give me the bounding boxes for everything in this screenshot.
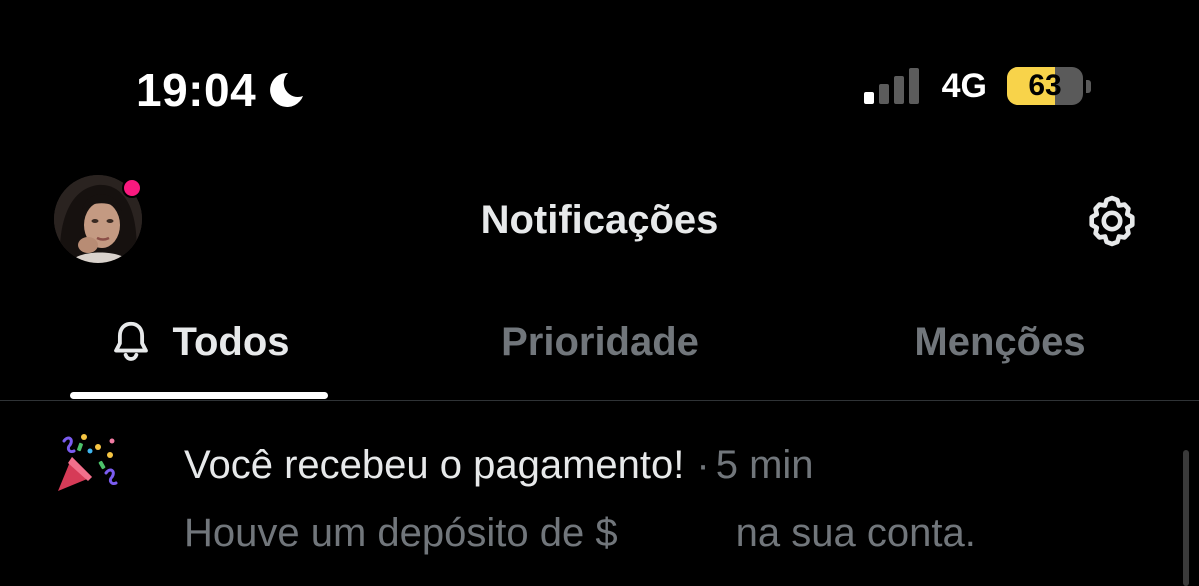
header: Notificações [0, 165, 1199, 275]
settings-button[interactable] [1082, 191, 1142, 251]
notification-separator: · [696, 443, 710, 487]
status-time-group: 19:04 [136, 62, 306, 118]
battery-body: 63 [1007, 67, 1083, 105]
bell-icon [114, 321, 149, 361]
notification-item[interactable]: Você recebeu o pagamento! · 5 min Houve um… [0, 401, 1199, 586]
network-type: 4G [941, 67, 987, 105]
active-tab-indicator [70, 392, 328, 399]
tab-mencoes[interactable]: Menções [860, 300, 1140, 400]
status-bar: 19:04 4G 63 [0, 0, 1199, 150]
moon-icon [270, 72, 304, 107]
scrollbar[interactable] [1183, 450, 1189, 586]
gear-icon [1089, 195, 1135, 247]
battery-cap [1086, 79, 1091, 93]
status-indicators: 4G 63 [862, 66, 1091, 106]
tab-todos[interactable]: Todos [70, 300, 328, 400]
notification-body: Houve um depósito de $ na sua conta. [184, 509, 976, 557]
notification-header: Você recebeu o pagamento! · 5 min [184, 441, 814, 489]
notification-time: 5 min [715, 443, 814, 487]
tab-mencoes-label: Menções [914, 320, 1086, 364]
notification-body-start: Houve um depósito de $ [184, 511, 618, 555]
battery-indicator: 63 [1007, 67, 1091, 105]
page-title: Notificações [480, 198, 719, 242]
tab-prioridade[interactable]: Prioridade [440, 300, 760, 400]
notification-title: Você recebeu o pagamento! [184, 443, 685, 487]
tab-prioridade-label: Prioridade [501, 320, 699, 364]
cellular-signal-icon [863, 68, 919, 104]
party-popper-icon [58, 434, 118, 491]
battery-level: 63 [1028, 69, 1062, 102]
notification-tabs: Todos Prioridade Menções [0, 300, 1199, 401]
notification-body-end: na sua conta. [735, 511, 976, 555]
status-time: 19:04 [136, 64, 257, 116]
tab-todos-label: Todos [172, 320, 290, 364]
